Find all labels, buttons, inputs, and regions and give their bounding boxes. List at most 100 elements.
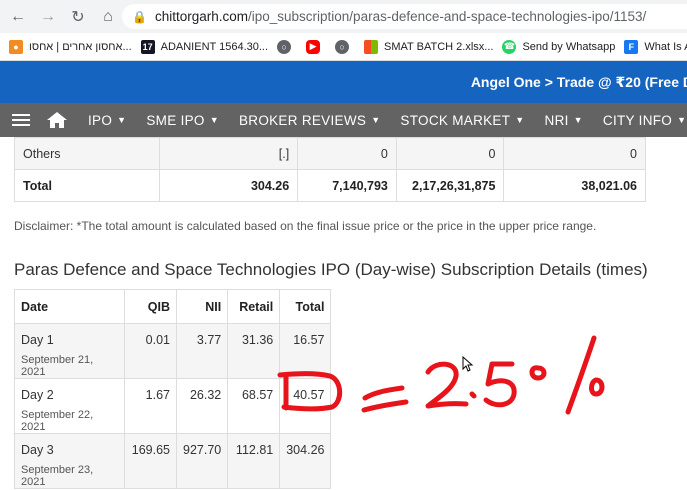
- tradingview-icon: 17: [140, 39, 155, 54]
- table-row: Day 3 September 23, 2021 169.65 927.70 11…: [14, 433, 332, 489]
- table-cell: 304.26: [159, 169, 299, 202]
- bookmark-item[interactable]: ▶: [306, 39, 326, 54]
- bookmark-label: Send by Whatsapp: [522, 40, 616, 53]
- qib-cell: 0.01: [124, 323, 177, 379]
- day-date: September 22, 2021: [21, 409, 94, 433]
- caret-down-icon: ▼: [371, 115, 381, 125]
- column-header: QIB: [124, 289, 177, 324]
- nav-sme-ipo[interactable]: SME IPO ▼: [146, 113, 219, 128]
- nav-label: SME IPO: [146, 112, 205, 128]
- column-header: Retail: [227, 289, 281, 324]
- caret-down-icon: ▼: [677, 115, 687, 125]
- total-cell: 304.26: [279, 433, 332, 489]
- url-host: chittorgarh.com: [154, 9, 248, 24]
- bookmark-item[interactable]: ☎ Send by Whatsapp: [502, 39, 616, 54]
- table-header-row: Date QIB NII Retail Total: [14, 289, 332, 324]
- section-heading: Paras Defence and Space Technologies IPO…: [14, 260, 648, 279]
- browser-toolbar: ← → ↻ ⌂ 🔒 chittorgarh.com/ipo_subscripti…: [0, 0, 687, 33]
- f-icon: F: [624, 39, 639, 54]
- caret-down-icon: ▼: [117, 115, 127, 125]
- day-cell: Day 1 September 21, 2021: [14, 323, 125, 379]
- table-row: Total 304.26 7,140,793 2,17,26,31,875 38…: [13, 169, 646, 202]
- main-nav: IPO ▼ SME IPO ▼ BROKER REVIEWS ▼ STOCK MARK…: [0, 103, 687, 137]
- daywise-subscription-table: Date QIB NII Retail Total Day 1 September…: [14, 289, 332, 489]
- hamburger-menu-icon[interactable]: [12, 111, 30, 129]
- mouse-pointer-icon: [462, 356, 474, 372]
- bookmark-label: What Is A: [644, 40, 687, 53]
- table-cell: 7,140,793: [297, 169, 397, 202]
- table-cell: 0: [395, 137, 505, 170]
- row-label: Others: [13, 137, 161, 170]
- bookmark-item[interactable]: 17 ADANIENT 1564.30...: [140, 39, 269, 54]
- column-header: Date: [14, 289, 125, 324]
- nav-label: IPO: [88, 112, 113, 128]
- bookmark-label: אחסון אחרים | אחסו...: [29, 40, 132, 53]
- nav-broker-reviews[interactable]: BROKER REVIEWS ▼: [239, 113, 380, 128]
- column-header: Total: [279, 289, 332, 324]
- nav-label: CITY INFO: [602, 112, 673, 128]
- nav-label: STOCK MARKET: [400, 112, 511, 128]
- total-cell: 16.57: [279, 323, 332, 379]
- nav-stock-market[interactable]: STOCK MARKET ▼: [400, 113, 524, 128]
- bookmark-item[interactable]: ● אחסון אחרים | אחסו...: [9, 39, 132, 54]
- address-bar[interactable]: 🔒 chittorgarh.com/ipo_subscription/paras…: [122, 4, 687, 29]
- back-arrow-icon[interactable]: ←: [6, 5, 30, 29]
- bookmarks-bar: ● אחסון אחרים | אחסו... 17 ADANIENT 1564…: [0, 33, 687, 61]
- reload-icon[interactable]: ↻: [66, 5, 90, 29]
- nav-city-info[interactable]: CITY INFO ▼: [603, 113, 686, 128]
- orange-icon: ●: [9, 39, 23, 54]
- day-label: Day 2: [21, 388, 54, 402]
- qib-cell: 1.67: [124, 378, 177, 434]
- day-cell: Day 2 September 22, 2021: [14, 378, 125, 434]
- table-cell: [.]: [159, 137, 299, 170]
- day-date: September 23, 2021: [21, 464, 94, 488]
- microsoft-icon: [364, 39, 379, 54]
- table-cell: 0: [297, 137, 397, 170]
- table-cell: 38,021.06: [503, 169, 646, 202]
- qib-cell: 169.65: [124, 433, 177, 489]
- retail-cell: 112.81: [227, 433, 281, 489]
- table-cell: 2,17,26,31,875: [395, 169, 505, 202]
- home-icon[interactable]: [46, 111, 68, 129]
- promo-banner[interactable]: Angel One > Trade @ ₹20 (Free D: [0, 61, 687, 103]
- globe-icon: ○: [335, 39, 350, 54]
- bookmark-label: ADANIENT 1564.30...: [160, 40, 269, 53]
- nii-cell: 26.32: [175, 378, 229, 434]
- retail-cell: 31.36: [227, 323, 281, 379]
- column-header: NII: [175, 289, 229, 324]
- youtube-icon: ▶: [306, 39, 321, 54]
- day-label: Day 3: [21, 443, 54, 457]
- total-cell: 40.57: [279, 378, 332, 434]
- caret-down-icon: ▼: [573, 115, 583, 125]
- bookmark-item[interactable]: ○: [277, 39, 297, 54]
- promo-text: Angel One > Trade @ ₹20 (Free D: [470, 73, 687, 90]
- table-row: Day 2 September 22, 2021 1.67 26.32 68.57…: [14, 378, 332, 434]
- day-date: September 21, 2021: [21, 354, 94, 378]
- category-subscription-table: Others [.] 0 0 0 Total 304.26 7,140,793 …: [13, 137, 646, 202]
- table-row: Others [.] 0 0 0: [13, 137, 646, 170]
- home-icon[interactable]: ⌂: [96, 5, 120, 29]
- nav-ipo[interactable]: IPO ▼: [88, 113, 126, 128]
- nii-cell: 3.77: [175, 323, 229, 379]
- day-cell: Day 3 September 23, 2021: [14, 433, 125, 489]
- globe-icon: ○: [277, 39, 292, 54]
- nav-label: BROKER REVIEWS: [238, 112, 367, 128]
- bookmark-item[interactable]: SMAT BATCH 2.xlsx...: [364, 39, 494, 54]
- bookmark-item[interactable]: ○: [335, 39, 355, 54]
- bookmark-label: SMAT BATCH 2.xlsx...: [384, 40, 494, 53]
- day-label: Day 1: [21, 333, 54, 347]
- nav-label: NRI: [544, 112, 569, 128]
- row-label: Total: [13, 169, 161, 202]
- url-path: /ipo_subscription/paras-defence-and-spac…: [248, 9, 647, 24]
- table-row: Day 1 September 21, 2021 0.01 3.77 31.36 …: [14, 323, 332, 379]
- nav-nri[interactable]: NRI ▼: [545, 113, 583, 128]
- table-cell: 0: [503, 137, 646, 170]
- disclaimer-text: Disclaimer: *The total amount is calcula…: [14, 219, 597, 233]
- forward-arrow-icon[interactable]: →: [36, 5, 60, 29]
- caret-down-icon: ▼: [515, 115, 525, 125]
- retail-cell: 68.57: [227, 378, 281, 434]
- lock-icon: 🔒: [132, 9, 147, 24]
- bookmark-item[interactable]: F What Is A: [624, 39, 687, 54]
- whatsapp-icon: ☎: [502, 39, 517, 54]
- caret-down-icon: ▼: [209, 115, 219, 125]
